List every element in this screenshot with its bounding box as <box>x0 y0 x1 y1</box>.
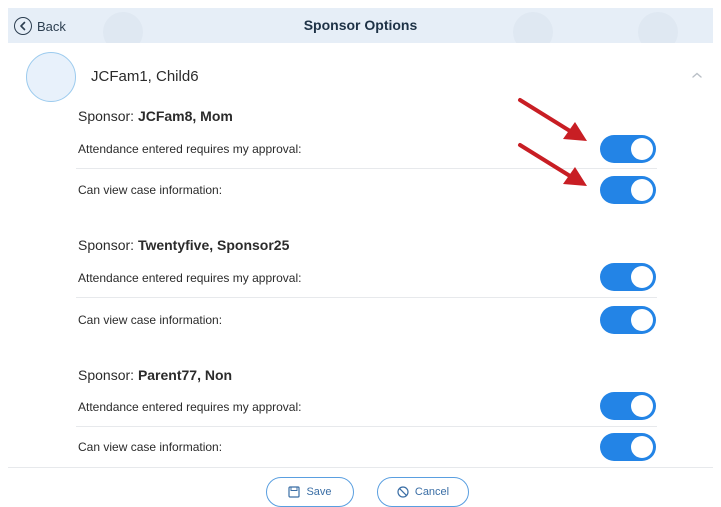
cancel-button[interactable]: Cancel <box>377 477 469 507</box>
view-case-toggle[interactable] <box>600 306 656 334</box>
avatar <box>26 52 76 102</box>
attendance-approval-toggle[interactable] <box>600 263 656 291</box>
annotation-arrow-icon <box>518 98 587 141</box>
page-title: Sponsor Options <box>303 17 418 33</box>
divider <box>76 168 657 169</box>
divider <box>76 297 657 298</box>
chevron-up-icon[interactable] <box>690 70 704 80</box>
sponsor-name: JCFam8, Mom <box>137 108 233 124</box>
attendance-approval-label: Attendance entered requires my approval: <box>78 142 302 156</box>
view-case-label: Can view case information: <box>78 183 223 197</box>
sponsor-heading: Sponsor: JCFam8, Mom <box>78 108 233 124</box>
view-case-label: Can view case information: <box>78 313 223 327</box>
sponsor-heading: Sponsor: Twentyfive, Sponsor25 <box>78 237 290 253</box>
save-button[interactable]: Save <box>266 477 354 507</box>
save-label: Save <box>306 486 332 498</box>
attendance-approval-label: Attendance entered requires my approval: <box>78 271 302 285</box>
sponsor-heading: Sponsor: Parent77, Non <box>78 367 233 383</box>
top-bar: Back Sponsor Options <box>8 8 713 43</box>
view-case-label: Can view case information: <box>78 440 223 454</box>
child-name: JCFam1, Child6 <box>91 68 199 85</box>
attendance-approval-toggle[interactable] <box>600 392 656 420</box>
view-case-toggle[interactable] <box>600 176 656 204</box>
attendance-approval-label: Attendance entered requires my approval: <box>78 400 302 414</box>
sponsor-name: Twentyfive, Sponsor25 <box>137 237 290 253</box>
cancel-label: Cancel <box>414 486 450 498</box>
cancel-icon <box>397 486 409 498</box>
save-icon <box>288 486 301 498</box>
divider <box>76 426 657 427</box>
view-case-toggle[interactable] <box>600 433 656 461</box>
sponsor-name: Parent77, Non <box>137 367 233 383</box>
attendance-approval-toggle[interactable] <box>600 135 656 163</box>
footer-divider <box>8 467 713 468</box>
